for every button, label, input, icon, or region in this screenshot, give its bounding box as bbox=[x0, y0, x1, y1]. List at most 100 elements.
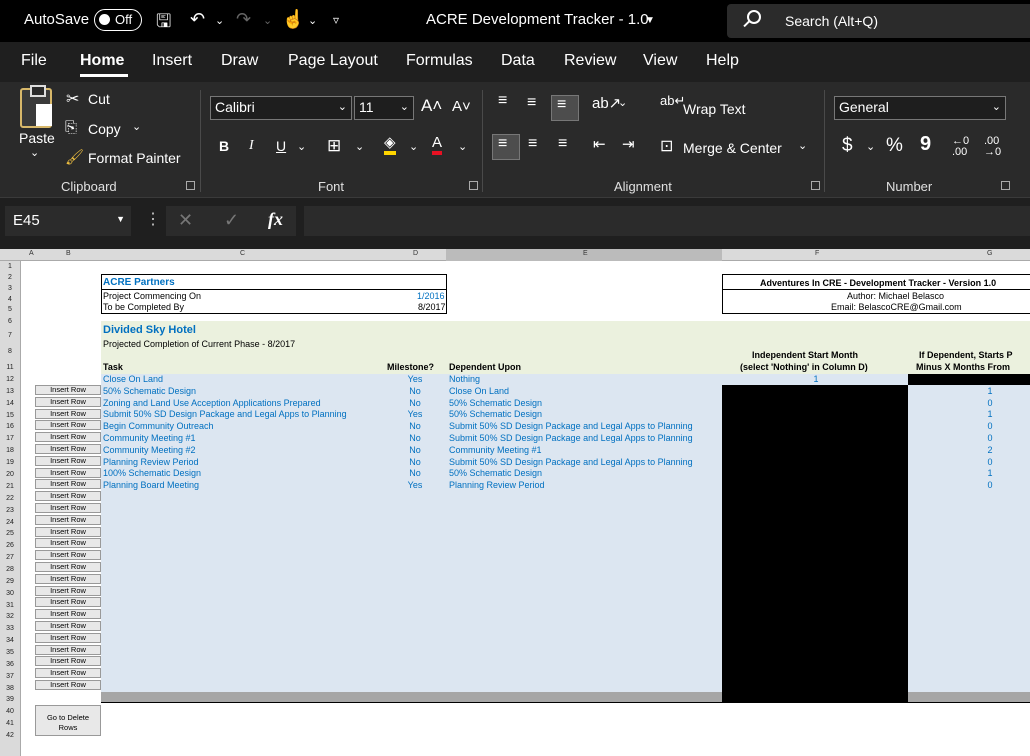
column-header-d[interactable]: D bbox=[413, 250, 418, 257]
row-header[interactable]: 42 bbox=[2, 732, 18, 739]
insert-row-button[interactable]: Insert Row bbox=[35, 479, 101, 490]
header-task[interactable]: Task bbox=[103, 362, 123, 372]
task-cell[interactable]: Zoning and Land Use Acception Applicatio… bbox=[103, 398, 321, 408]
number-launcher-icon[interactable] bbox=[1001, 181, 1010, 190]
task-cell[interactable]: 100% Schematic Design bbox=[103, 468, 201, 478]
increase-indent-icon[interactable]: ⇥ bbox=[622, 135, 635, 153]
align-middle-icon[interactable]: ≡ bbox=[527, 94, 536, 112]
row-header[interactable]: 27 bbox=[2, 554, 18, 561]
row-header[interactable]: 22 bbox=[2, 495, 18, 502]
row-header[interactable]: 16 bbox=[2, 423, 18, 430]
dependent-cell[interactable]: Nothing bbox=[449, 374, 480, 384]
header-start-month[interactable]: Independent Start Month bbox=[752, 350, 858, 360]
dependent-cell[interactable]: Submit 50% SD Design Package and Legal A… bbox=[449, 421, 693, 431]
row-header[interactable]: 26 bbox=[2, 542, 18, 549]
name-box[interactable]: E45 ▼ bbox=[5, 206, 131, 236]
merge-center-button[interactable]: Merge & Center bbox=[683, 140, 782, 156]
sheet-grid[interactable]: ACRE Partners Project Commencing On 1/20… bbox=[21, 261, 1030, 756]
autosave-toggle[interactable]: Off bbox=[94, 9, 142, 31]
row-header[interactable]: 23 bbox=[2, 507, 18, 514]
dependent-cell[interactable]: Close On Land bbox=[449, 386, 509, 396]
copy-button[interactable]: Copy bbox=[88, 121, 121, 137]
row-header[interactable]: 20 bbox=[2, 471, 18, 478]
align-right-icon[interactable]: ≡ bbox=[558, 135, 567, 153]
merge-dropdown-icon[interactable]: ⌄ bbox=[798, 139, 807, 152]
italic-button[interactable]: I bbox=[249, 138, 254, 154]
tab-help[interactable]: Help bbox=[706, 52, 739, 70]
company-name[interactable]: ACRE Partners bbox=[103, 277, 175, 288]
column-header-a[interactable]: A bbox=[29, 250, 34, 257]
milestone-cell[interactable]: No bbox=[395, 386, 435, 396]
row-header[interactable]: 3 bbox=[2, 285, 18, 292]
comma-button[interactable]: 9 bbox=[920, 133, 931, 156]
milestone-cell[interactable]: No bbox=[395, 398, 435, 408]
task-cell[interactable]: Planning Board Meeting bbox=[103, 480, 199, 490]
percent-button[interactable]: % bbox=[886, 135, 903, 157]
header-dependent[interactable]: Dependent Upon bbox=[449, 362, 521, 372]
insert-row-button[interactable]: Insert Row bbox=[35, 644, 101, 655]
dependent-cell[interactable]: 50% Schematic Design bbox=[449, 468, 542, 478]
row-header[interactable]: 32 bbox=[2, 613, 18, 620]
row-header[interactable]: 4 bbox=[2, 296, 18, 303]
column-header-e[interactable]: E bbox=[583, 250, 588, 257]
header-dependent-start[interactable]: If Dependent, Starts P bbox=[919, 350, 1013, 360]
orientation-dropdown-icon[interactable]: ⌄ bbox=[618, 96, 627, 109]
decrease-font-icon[interactable]: A˅ bbox=[452, 98, 471, 115]
task-cell[interactable]: 50% Schematic Design bbox=[103, 386, 196, 396]
task-cell[interactable]: Begin Community Outreach bbox=[103, 421, 214, 431]
row-header[interactable]: 38 bbox=[2, 685, 18, 692]
align-center-icon[interactable]: ≡ bbox=[528, 135, 537, 153]
row-header[interactable]: 36 bbox=[2, 661, 18, 668]
insert-function-button[interactable]: fx bbox=[268, 209, 283, 230]
column-header-b[interactable]: B bbox=[66, 250, 71, 257]
row-header[interactable]: 7 bbox=[2, 332, 18, 339]
insert-row-button[interactable]: Insert Row bbox=[35, 585, 101, 596]
font-name-select[interactable]: Calibri ⌄ bbox=[210, 96, 352, 120]
dependent-cell[interactable]: Community Meeting #1 bbox=[449, 445, 542, 455]
insert-row-button[interactable]: Insert Row bbox=[35, 597, 101, 608]
undo-dropdown-icon[interactable]: ⌄ bbox=[215, 14, 224, 27]
author-line[interactable]: Author: Michael Belasco bbox=[847, 291, 944, 301]
offset-cell[interactable]: 2 bbox=[970, 445, 1010, 455]
paste-icon[interactable] bbox=[20, 85, 52, 128]
decrease-decimal-icon[interactable]: .00 →0 bbox=[984, 136, 1001, 158]
tab-page-layout[interactable]: Page Layout bbox=[288, 52, 378, 70]
font-color-dropdown-icon[interactable]: ⌄ bbox=[458, 140, 467, 153]
row-header[interactable]: 29 bbox=[2, 578, 18, 585]
row-header[interactable]: 37 bbox=[2, 673, 18, 680]
cancel-icon[interactable]: ✕ bbox=[178, 210, 193, 231]
more-options-icon[interactable]: ⋮ bbox=[145, 209, 161, 229]
row-header[interactable]: 1 bbox=[2, 263, 18, 270]
offset-cell[interactable]: 0 bbox=[970, 398, 1010, 408]
dependent-cell[interactable]: 50% Schematic Design bbox=[449, 409, 542, 419]
insert-row-button[interactable]: Insert Row bbox=[35, 538, 101, 549]
tab-view[interactable]: View bbox=[643, 52, 677, 70]
row-header[interactable]: 18 bbox=[2, 447, 18, 454]
insert-row-button[interactable]: Insert Row bbox=[35, 668, 101, 679]
redo-icon[interactable]: ↷ bbox=[236, 9, 251, 30]
insert-row-button[interactable]: Insert Row bbox=[35, 385, 101, 395]
go-to-delete-rows-button[interactable]: Go to Delete Rows bbox=[35, 705, 101, 736]
milestone-cell[interactable]: No bbox=[395, 445, 435, 455]
number-format-select[interactable]: General ⌄ bbox=[834, 96, 1006, 120]
row-header[interactable]: 19 bbox=[2, 459, 18, 466]
borders-icon[interactable]: ⊞ bbox=[327, 136, 341, 156]
column-header-f[interactable]: F bbox=[815, 250, 819, 257]
project-name[interactable]: Divided Sky Hotel bbox=[103, 324, 196, 336]
insert-row-button[interactable]: Insert Row bbox=[35, 680, 101, 690]
task-cell[interactable]: Planning Review Period bbox=[103, 457, 199, 467]
completed-label[interactable]: To be Completed By bbox=[103, 302, 184, 312]
row-header[interactable]: 35 bbox=[2, 649, 18, 656]
row-header[interactable]: 13 bbox=[2, 388, 18, 395]
undo-icon[interactable]: ↶ bbox=[190, 9, 205, 30]
milestone-cell[interactable]: No bbox=[395, 421, 435, 431]
milestone-cell[interactable]: No bbox=[395, 433, 435, 443]
fill-color-icon[interactable]: ◈ bbox=[384, 134, 396, 155]
row-header[interactable]: 33 bbox=[2, 625, 18, 632]
touch-mode-icon[interactable]: ☝ bbox=[282, 9, 304, 30]
insert-row-button[interactable]: Insert Row bbox=[35, 656, 101, 667]
start-month-cell[interactable]: 1 bbox=[796, 374, 836, 384]
insert-row-button[interactable]: Insert Row bbox=[35, 396, 101, 407]
email-line[interactable]: Email: BelascoCRE@Gmail.com bbox=[831, 302, 962, 312]
offset-cell[interactable]: 1 bbox=[970, 386, 1010, 396]
